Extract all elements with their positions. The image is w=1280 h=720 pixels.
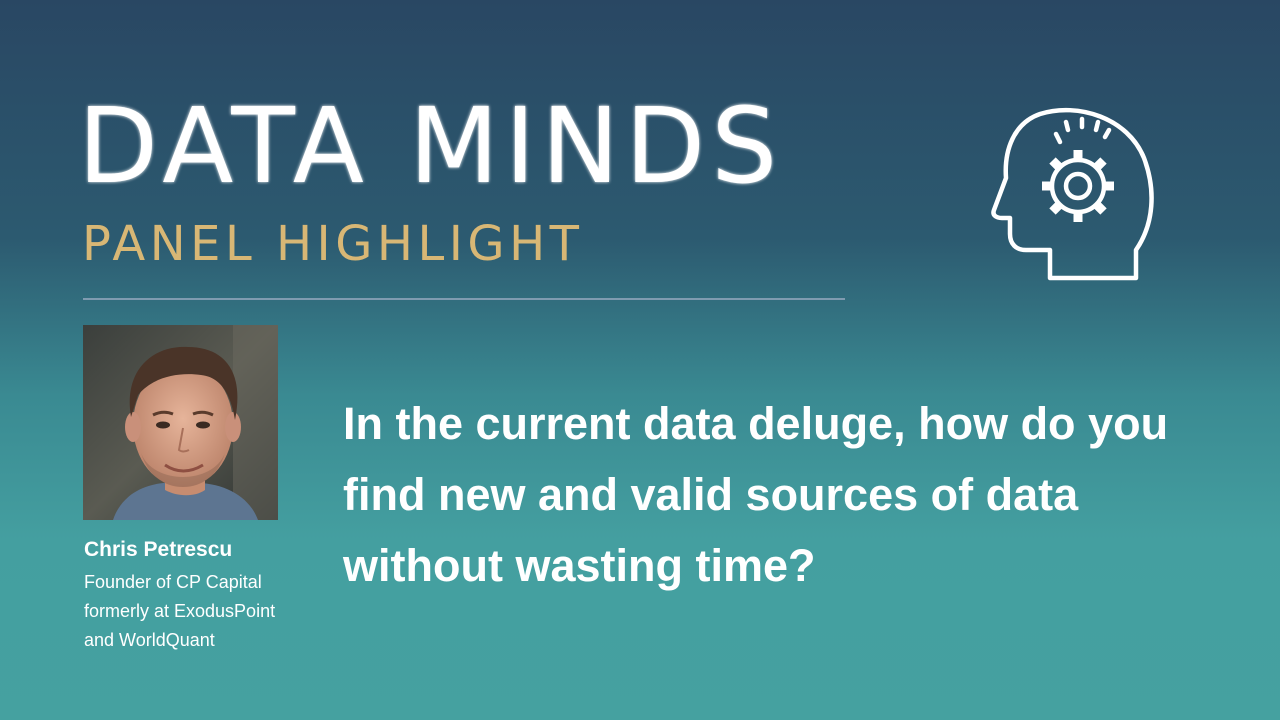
speaker-role-line: formerly at ExodusPoint bbox=[84, 601, 276, 621]
question-line: In the current data deluge, how do you bbox=[343, 398, 1169, 449]
speaker-name: Chris Petrescu bbox=[84, 538, 233, 561]
question-line: find new and valid sources of data bbox=[343, 469, 1079, 520]
header-divider bbox=[83, 298, 845, 300]
page-subtitle: PANEL HIGHLIGHT bbox=[82, 216, 584, 272]
question-line: without wasting time? bbox=[343, 540, 816, 591]
speaker-role: Founder of CP Capital formerly at Exodus… bbox=[84, 568, 334, 655]
head-with-gear-icon bbox=[988, 100, 1158, 290]
panel-question: In the current data deluge, how do you f… bbox=[343, 388, 1253, 601]
page-title: DATA MINDS bbox=[78, 85, 784, 207]
speaker-role-line: and WorldQuant bbox=[84, 630, 215, 650]
speaker-photo bbox=[83, 325, 278, 520]
speaker-role-line: Founder of CP Capital bbox=[84, 572, 262, 592]
